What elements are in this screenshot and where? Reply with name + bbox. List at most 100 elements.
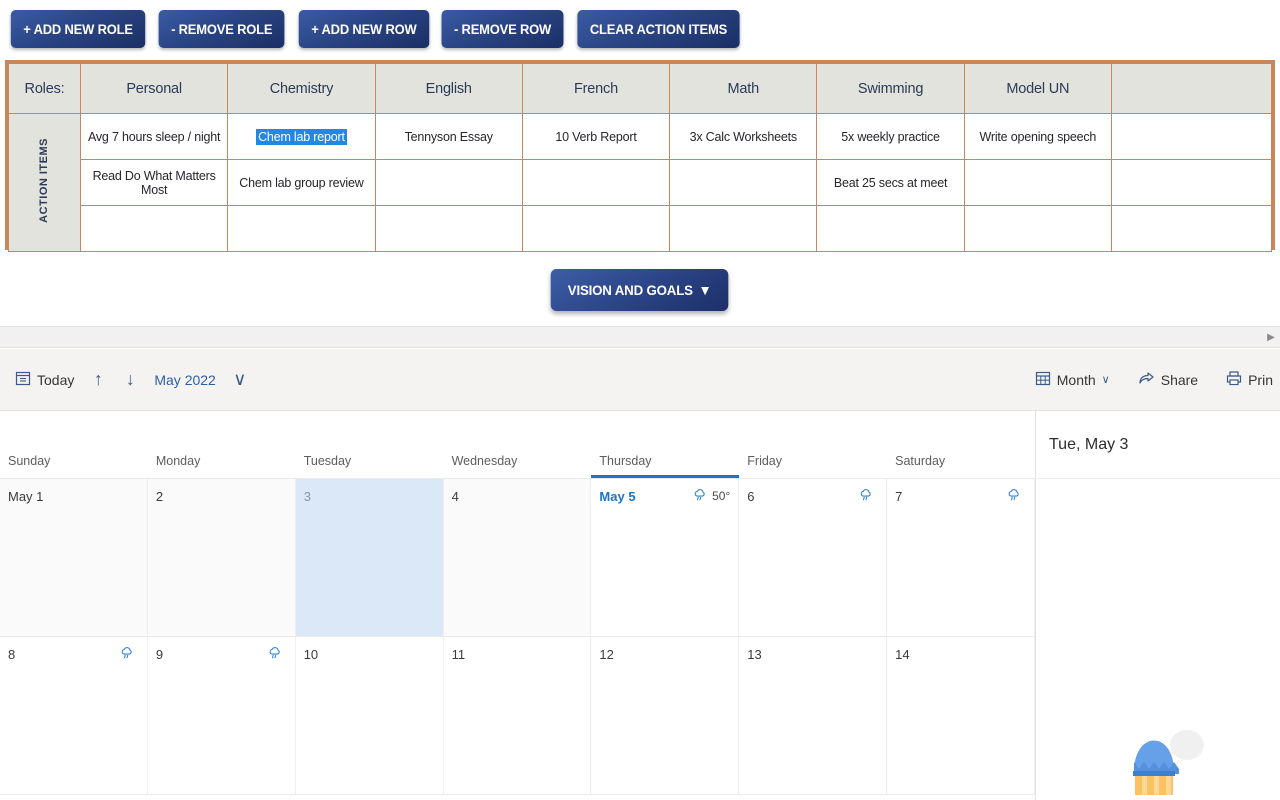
day-detail-title: Tue, May 3 [1037,411,1280,479]
table-cell[interactable]: 3x Calc Worksheets [669,113,818,160]
cell-text: Read Do What Matters Most [92,168,216,197]
scroll-right-arrow-icon[interactable]: ▶ [1262,326,1280,348]
day-cell-may-2[interactable]: 2 [147,479,296,636]
day-cell-may-6[interactable]: 6 [739,479,888,636]
vision-goals-section: VISION AND GOALS ▼ [0,262,1280,318]
weather-indicator [1007,488,1026,503]
next-period-arrow-down-icon[interactable]: ↓ [115,365,145,395]
clear-action-items-button[interactable]: CLEAR ACTION ITEMS [577,10,740,48]
table-row: Read Do What Matters Most Chem lab group… [9,159,1272,206]
day-cell-may-9[interactable]: 9 [147,637,296,794]
empty-state-illustration [1104,700,1214,800]
column-header-empty[interactable] [1111,63,1272,114]
table-cell[interactable] [963,205,1113,252]
cell-text [447,185,451,187]
action-items-side-label-text: ACTION ITEMS [38,137,50,223]
cell-text [741,185,745,187]
table-cell[interactable] [1111,113,1272,160]
day-cell-may-12[interactable]: 12 [591,637,740,794]
table-cell[interactable] [79,205,229,252]
day-cell-may-7[interactable]: 7 [887,479,1035,636]
day-cell-may-10[interactable]: 10 [295,637,444,794]
table-cell[interactable]: Tennyson Essay [374,113,523,160]
cell-text [152,231,156,233]
table-cell[interactable] [227,205,376,252]
cell-text [889,231,893,233]
vision-and-goals-label: VISION AND GOALS [568,282,694,298]
cell-text: Tennyson Essay [404,129,493,144]
table-header-row: Roles: Personal Chemistry English French… [8,63,1272,114]
month-year-selector[interactable]: May 2022 [147,367,222,393]
column-header-french[interactable]: French [521,63,671,114]
cell-text [1036,185,1040,187]
table-cell[interactable] [521,159,671,206]
day-detail-body [1037,479,1280,800]
cell-text [1190,185,1194,187]
column-header-personal[interactable]: Personal [79,63,229,114]
weather-indicator [120,646,139,661]
print-button[interactable]: Prin [1219,365,1280,394]
scrollbar-thumb[interactable] [2,329,662,347]
column-header-english[interactable]: English [374,63,523,114]
column-header-model-un[interactable]: Model UN [963,63,1113,114]
table-cell[interactable] [521,205,671,252]
table-cell[interactable] [374,159,523,206]
remove-row-button[interactable]: - REMOVE ROW [441,10,564,48]
day-cell-may-13[interactable]: 13 [739,637,888,794]
day-cell-may-5[interactable]: May 5 50° [591,479,740,636]
day-cell-may-4[interactable]: 4 [443,479,592,636]
share-button[interactable]: Share [1131,365,1205,394]
action-items-side-label: ACTION ITEMS [8,113,81,252]
day-cell-may-8[interactable]: 8 [0,637,148,794]
column-header-swimming[interactable]: Swimming [816,63,965,114]
table-cell[interactable]: Read Do What Matters Most [79,159,229,206]
weather-indicator [268,646,287,661]
day-number: 2 [155,489,164,504]
day-header-monday[interactable]: Monday [148,411,296,478]
today-button[interactable]: Today [8,365,81,394]
table-cell[interactable]: Avg 7 hours sleep / night [79,113,229,160]
day-header-sunday[interactable]: Sunday [0,411,148,478]
column-header-chemistry[interactable]: Chemistry [227,63,376,114]
table-cell[interactable] [669,205,818,252]
day-cell-may-11[interactable]: 11 [443,637,592,794]
table-cell[interactable] [816,205,965,252]
add-new-role-button[interactable]: + ADD NEW ROLE [10,10,146,48]
day-header-thursday[interactable]: Thursday [591,411,740,478]
action-items-toolbar: + ADD NEW ROLE - REMOVE ROLE + ADD NEW R… [0,0,1280,58]
table-cell[interactable]: 10 Verb Report [521,113,671,160]
day-header-wednesday[interactable]: Wednesday [444,411,592,478]
printer-icon [1226,370,1242,389]
column-header-math[interactable]: Math [669,63,818,114]
day-number: 14 [895,647,910,662]
day-cell-may-3[interactable]: 3 [295,479,444,636]
horizontal-scrollbar[interactable]: ◀ ▶ [0,326,1280,348]
table-cell[interactable] [1111,205,1272,252]
cell-text: Chem lab group review [239,175,364,190]
table-cell[interactable]: Chem lab report [227,113,376,160]
table-cell[interactable] [963,159,1113,206]
table-row [9,205,1272,252]
table-cell[interactable]: 5x weekly practice [816,113,965,160]
rain-cloud-icon [693,488,708,503]
day-header-friday[interactable]: Friday [739,411,887,478]
day-header-tuesday[interactable]: Tuesday [296,411,444,478]
view-month-label: Month [1056,371,1096,388]
day-cell-may-14[interactable]: 14 [887,637,1035,794]
day-cell-may-1[interactable]: May 1 [0,479,148,636]
table-cell[interactable]: Chem lab group review [227,159,376,206]
table-cell[interactable]: Write opening speech [963,113,1113,160]
table-cell[interactable]: Beat 25 secs at meet [816,159,965,206]
table-cell[interactable] [1111,159,1272,206]
add-new-row-button[interactable]: + ADD NEW ROW [298,10,429,48]
remove-role-button[interactable]: - REMOVE ROLE [158,10,285,48]
table-cell[interactable] [669,159,818,206]
view-month-selector[interactable]: Month ∨ [1028,365,1117,394]
table-cell[interactable] [374,205,523,252]
vision-and-goals-button[interactable]: VISION AND GOALS ▼ [551,269,729,311]
month-year-chevron-down-icon[interactable]: ∨ [225,365,255,395]
previous-period-arrow-up-icon[interactable]: ↑ [83,365,113,395]
day-number: 4 [451,489,459,504]
day-header-saturday[interactable]: Saturday [887,411,1035,478]
rain-cloud-icon [1007,488,1022,503]
